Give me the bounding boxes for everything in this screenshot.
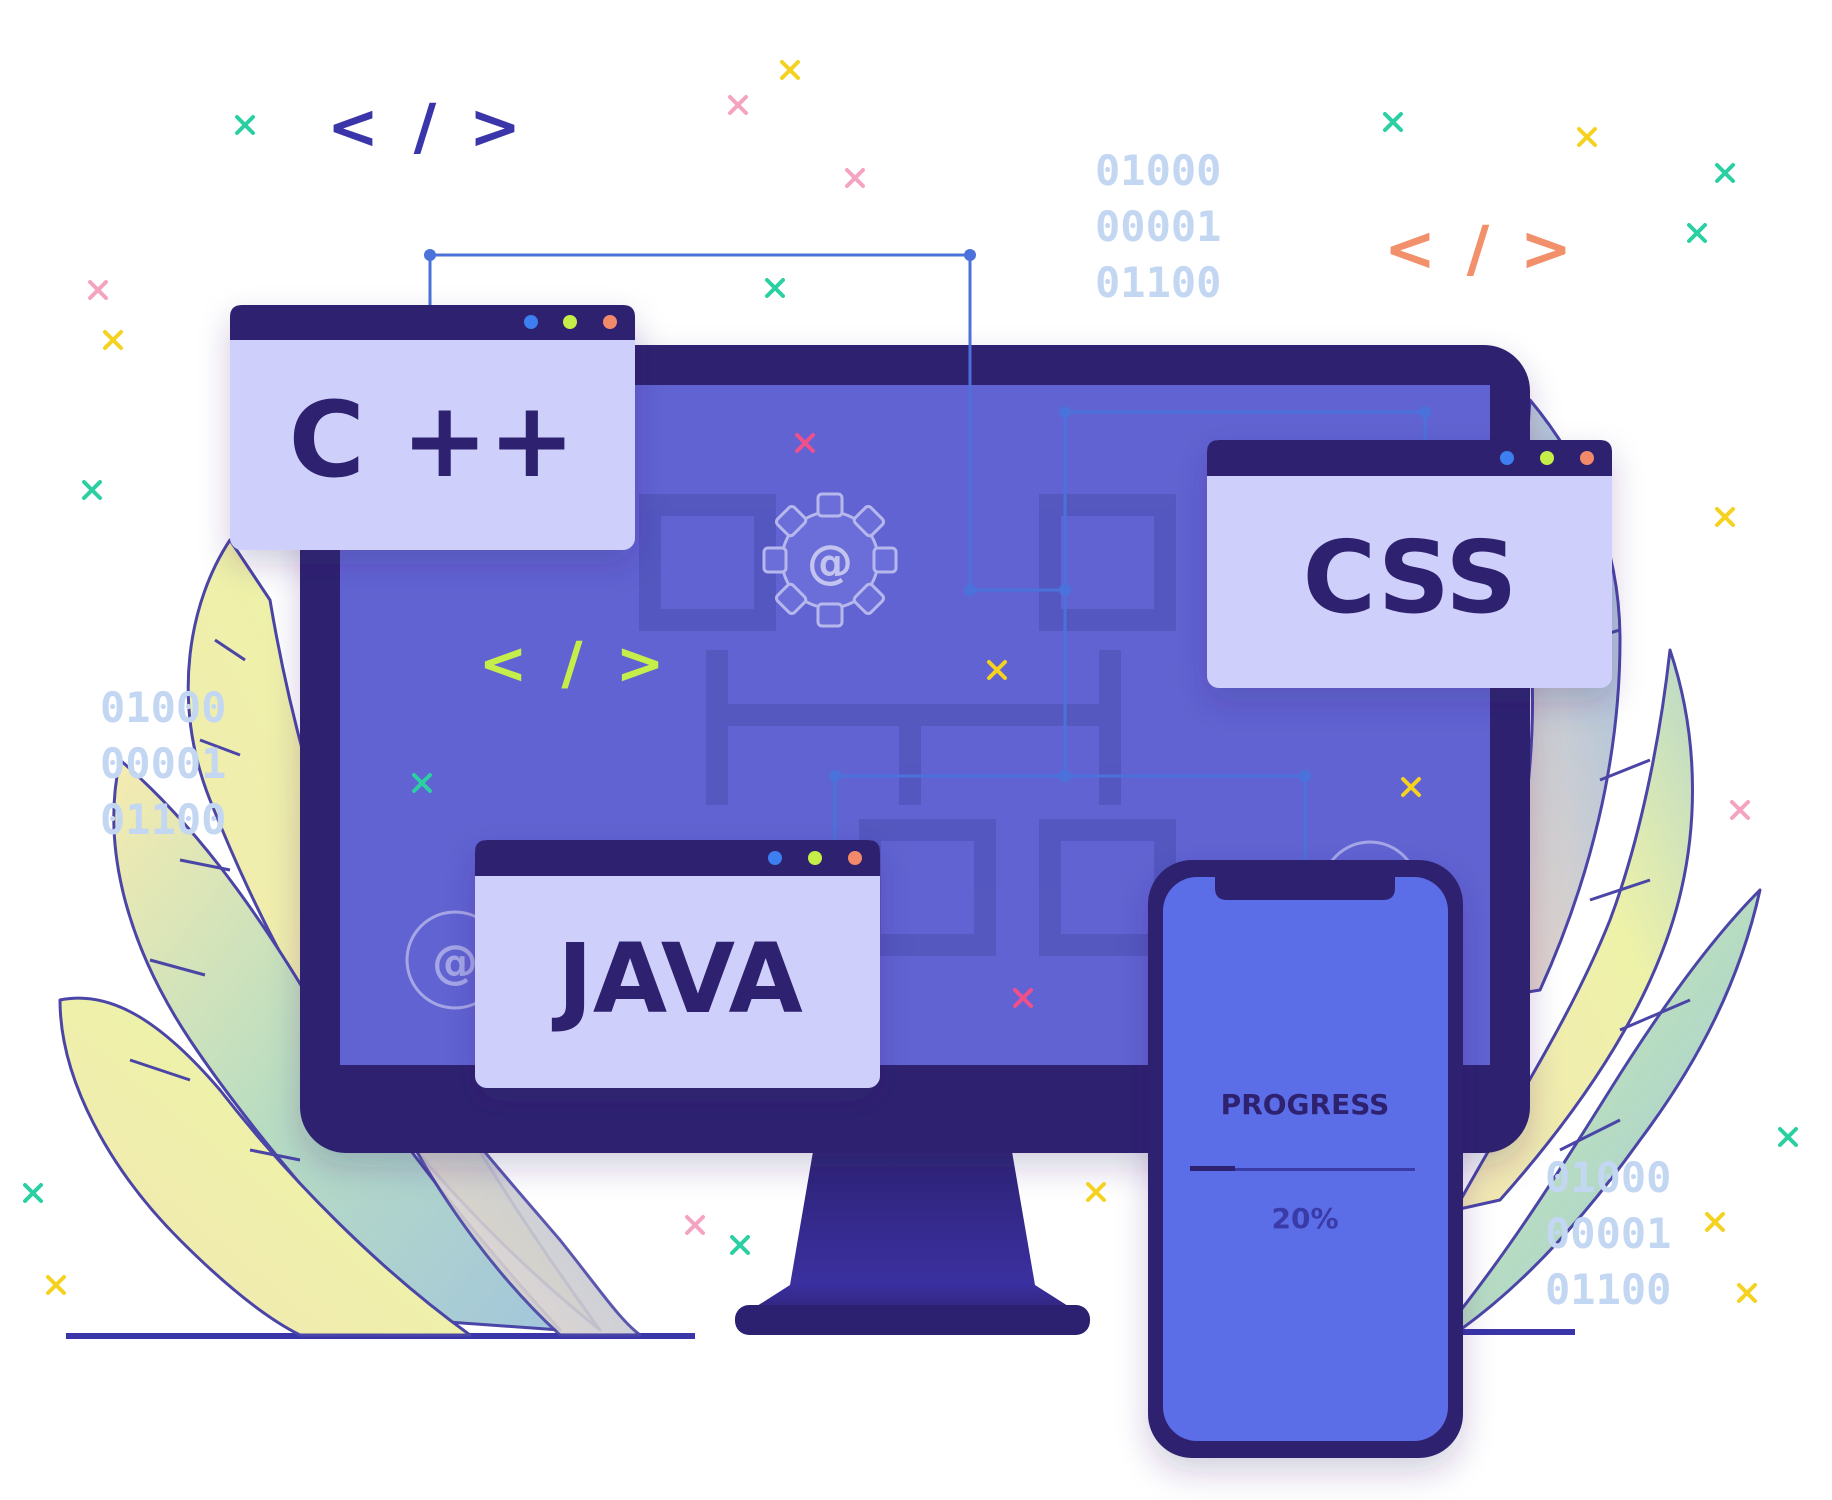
window-dot-blue <box>768 851 782 865</box>
code-tag-close: > <box>1520 212 1572 285</box>
java-window: JAVA <box>475 840 880 1088</box>
java-label: JAVA <box>551 923 803 1035</box>
sparkle-cross-icon <box>1715 163 1735 183</box>
code-tag-icon: < / > <box>327 90 521 163</box>
gear-icon: @ <box>762 492 898 628</box>
sparkle-cross-icon <box>730 1235 750 1255</box>
gear-symbol: @ <box>807 535 853 589</box>
progress-fill <box>1190 1166 1235 1171</box>
code-tag-close: > <box>469 90 521 163</box>
binary-row: 00001 <box>1095 202 1221 251</box>
window-dot-orange <box>1580 451 1594 465</box>
sparkle-cross-icon <box>88 280 108 300</box>
sparkle-cross-icon <box>103 330 123 350</box>
phone: PROGRESS 20% <box>1148 860 1463 1458</box>
window-dot-green <box>563 315 577 329</box>
sparkle-cross-icon <box>235 115 255 135</box>
binary-row: 01100 <box>1545 1265 1671 1314</box>
code-tag-slash: / <box>1467 212 1490 285</box>
binary-row: 00001 <box>1545 1209 1671 1258</box>
binary-row: 01100 <box>100 795 226 844</box>
code-tag-icon: < / > <box>1384 212 1572 285</box>
binary-row: 01000 <box>1545 1153 1671 1202</box>
sparkle-cross-icon <box>23 1183 43 1203</box>
monitor-base <box>735 1305 1090 1335</box>
progress-value: 20% <box>1271 1202 1338 1235</box>
binary-block: 01000 00001 01100 <box>1095 146 1221 307</box>
cpp-window: C ++ <box>230 305 635 550</box>
binary-row: 01100 <box>1095 258 1221 307</box>
window-dot-green <box>808 851 822 865</box>
sparkle-cross-icon <box>1577 127 1597 147</box>
code-tag-open: < <box>327 90 379 163</box>
sparkle-cross-icon <box>1687 223 1707 243</box>
code-tag-open: < <box>479 629 528 697</box>
sparkle-cross-icon <box>780 60 800 80</box>
sparkle-cross-icon <box>1086 1182 1106 1202</box>
binary-row: 00001 <box>100 739 226 788</box>
window-dot-green <box>1540 451 1554 465</box>
sparkle-cross-icon <box>765 278 785 298</box>
window-dot-blue <box>524 315 538 329</box>
developer-illustration: @ @ C ++ CSS JAVA PROGRESS 20% < / > < /… <box>23 60 1798 1458</box>
code-tag-slash: / <box>561 629 583 697</box>
sparkle-cross-icon <box>1383 112 1403 132</box>
window-dot-blue <box>1500 451 1514 465</box>
window-dot-orange <box>848 851 862 865</box>
css-window: CSS <box>1207 440 1612 688</box>
progress-title: PROGRESS <box>1221 1088 1390 1121</box>
gear-symbol: @ <box>432 935 478 989</box>
sparkle-cross-icon <box>82 480 102 500</box>
binary-row: 01000 <box>100 683 226 732</box>
code-tag-icon: < / > <box>479 629 665 697</box>
sparkle-cross-icon <box>1715 507 1735 527</box>
sparkle-cross-icon <box>845 168 865 188</box>
sparkle-cross-icon <box>728 95 748 115</box>
code-tag-close: > <box>616 629 665 697</box>
cpp-label: C ++ <box>289 379 576 501</box>
sparkle-cross-icon <box>1737 1283 1757 1303</box>
sparkle-cross-icon <box>685 1215 705 1235</box>
monitor-stand <box>735 1140 1090 1320</box>
code-tag-open: < <box>1384 212 1436 285</box>
binary-row: 01000 <box>1095 146 1221 195</box>
sparkle-cross-icon <box>1730 800 1750 820</box>
sparkle-cross-icon <box>46 1275 66 1295</box>
code-tag-slash: / <box>414 90 437 163</box>
binary-block: 01000 00001 01100 <box>100 683 226 844</box>
sparkle-cross-icon <box>1705 1212 1725 1232</box>
window-dot-orange <box>603 315 617 329</box>
binary-block: 01000 00001 01100 <box>1545 1153 1671 1314</box>
css-label: CSS <box>1303 519 1518 636</box>
sparkle-cross-icon <box>1778 1127 1798 1147</box>
